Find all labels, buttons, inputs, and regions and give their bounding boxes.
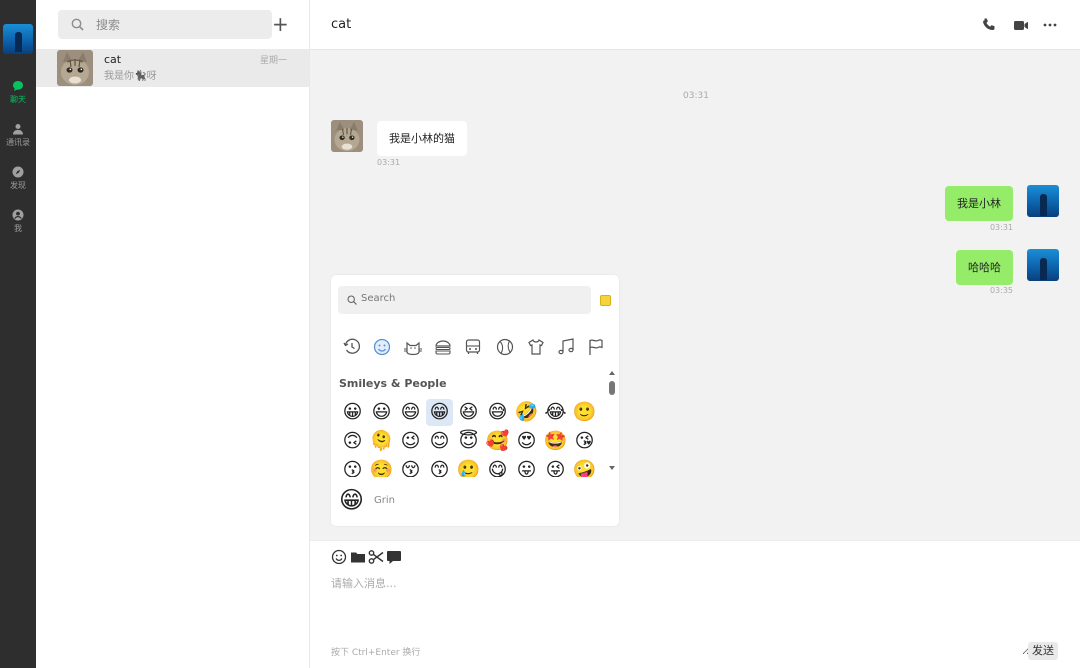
emoji-section-title: Smileys & People	[339, 377, 447, 390]
emoji[interactable]: 😂	[542, 399, 569, 426]
emoji[interactable]: 😘	[571, 428, 598, 455]
my-message-avatar[interactable]	[1027, 249, 1059, 281]
emoji[interactable]: 🥲	[455, 457, 482, 477]
nav-item-me[interactable]: 我	[0, 209, 36, 234]
main-nav: 聊天 通讯录 发现 我	[0, 0, 36, 668]
search-icon	[347, 295, 357, 305]
newline-hint: 按下 Ctrl+Enter 换行	[331, 648, 421, 658]
nav-label: 发现	[10, 181, 26, 190]
nav-label: 聊天	[10, 95, 26, 104]
emoji[interactable]: 😃	[368, 399, 395, 426]
message-bubble-out[interactable]: 哈哈哈	[956, 250, 1013, 285]
emoji-selected[interactable]: 😁	[426, 399, 453, 426]
emoji[interactable]: 🤩	[542, 428, 569, 455]
message-time: 03:31	[989, 223, 1013, 232]
scroll-up-arrow-icon[interactable]	[609, 371, 615, 375]
nav-label: 我	[14, 224, 22, 233]
message-time: 03:35	[989, 286, 1013, 295]
scissors-icon[interactable]	[368, 549, 384, 565]
conversation-item[interactable]: cat 我是你🐈‍⬛呀 星期一	[36, 49, 309, 87]
message-composer: 按下 Ctrl+Enter 换行 发送	[310, 540, 1080, 668]
emoji[interactable]: 🙂	[571, 399, 598, 426]
emoji[interactable]: 🤪	[571, 457, 598, 477]
emoji[interactable]: 😛	[513, 457, 540, 477]
my-message-avatar[interactable]	[1027, 185, 1059, 217]
emoji[interactable]: 🤣	[513, 399, 540, 426]
nav-item-discover[interactable]: 发现	[0, 166, 36, 191]
cat-avatar[interactable]	[331, 120, 363, 152]
emoji[interactable]: 😄	[397, 399, 424, 426]
cat-photo	[331, 120, 363, 152]
cat-avatar	[57, 50, 93, 86]
scroll-down-arrow-icon[interactable]	[609, 466, 615, 470]
emoji[interactable]: 😉	[397, 428, 424, 455]
flag-icon[interactable]	[586, 337, 606, 357]
message-input[interactable]	[331, 575, 1031, 655]
nav-item-chat[interactable]: 聊天	[0, 80, 36, 105]
user-circle-icon	[12, 209, 24, 221]
compass-icon	[12, 166, 24, 178]
chat-header: cat	[310, 0, 1080, 50]
music-icon[interactable]	[556, 337, 576, 357]
phone-icon[interactable]	[981, 17, 997, 33]
conversation-list: 搜索 + cat 我是你🐈‍⬛呀 星期一	[36, 0, 310, 668]
cat-photo	[57, 50, 93, 86]
video-call-icon[interactable]	[1013, 17, 1029, 33]
emoji-search-placeholder: Search	[361, 293, 396, 304]
message-time: 03:31	[377, 158, 401, 167]
nav-item-contacts[interactable]: 通讯录	[0, 123, 36, 148]
emoji[interactable]: 😍	[513, 428, 540, 455]
conversation-time: 星期一	[259, 56, 287, 66]
search-icon	[71, 18, 84, 31]
smiley-icon[interactable]	[372, 337, 392, 357]
comment-icon[interactable]	[386, 549, 402, 565]
send-button[interactable]: 发送	[1028, 642, 1058, 660]
emoji[interactable]: 😚	[397, 457, 424, 477]
emoji[interactable]: 🥰	[484, 428, 511, 455]
emoji[interactable]: 😇	[455, 428, 482, 455]
emoji[interactable]: 🫠	[368, 428, 395, 455]
emoji[interactable]: 😆	[455, 399, 482, 426]
chat-bubble-icon	[13, 81, 23, 91]
emoji-picker: Search Smileys & People 😀 😃 😄 😁 😆 😅 🤣 😂 …	[331, 275, 619, 526]
emoji[interactable]: 🙃	[339, 428, 366, 455]
emoji-search-input[interactable]: Search	[338, 286, 591, 314]
shirt-icon[interactable]	[526, 337, 546, 357]
skin-tone-button[interactable]	[600, 295, 611, 306]
search-box[interactable]: 搜索	[58, 10, 272, 39]
message-bubble-in[interactable]: 我是小林的猫	[377, 121, 467, 156]
burger-icon[interactable]	[433, 337, 453, 357]
emoji[interactable]: 😅	[484, 399, 511, 426]
search-placeholder: 搜索	[96, 18, 121, 32]
conversation-name: cat	[104, 53, 122, 66]
add-button[interactable]: +	[272, 12, 289, 36]
nav-label: 通讯录	[6, 138, 30, 147]
emoji[interactable]: 😙	[426, 457, 453, 477]
folder-icon[interactable]	[350, 549, 366, 565]
scroll-thumb[interactable]	[609, 381, 615, 395]
cat-icon[interactable]	[403, 337, 423, 357]
smiley-icon[interactable]	[331, 549, 347, 565]
message-bubble-out[interactable]: 我是小林	[945, 186, 1013, 221]
message-timestamp: 03:31	[683, 91, 709, 101]
person-icon	[13, 124, 23, 135]
emoji[interactable]: 😗	[339, 457, 366, 477]
emoji-preview-name: Grin	[374, 495, 395, 506]
emoji[interactable]: 😜	[542, 457, 569, 477]
emoji-grid: 😀 😃 😄 😁 😆 😅 🤣 😂 🙂 🙃 🫠 😉 😊 😇 🥰 😍 🤩 😘 😗 ☺️…	[337, 397, 599, 477]
more-icon[interactable]	[1042, 17, 1058, 33]
emoji-categories	[342, 337, 612, 357]
emoji[interactable]: 😊	[426, 428, 453, 455]
emoji[interactable]: 😀	[339, 399, 366, 426]
chat-title: cat	[331, 17, 352, 32]
clock-icon[interactable]	[342, 337, 362, 357]
emoji[interactable]: 😋	[484, 457, 511, 477]
emoji-scrollbar[interactable]	[609, 371, 616, 473]
ball-icon[interactable]	[495, 337, 515, 357]
bus-icon[interactable]	[463, 337, 483, 357]
my-avatar[interactable]	[3, 24, 33, 54]
conversation-last-message: 我是你🐈‍⬛呀	[104, 71, 157, 82]
emoji[interactable]: ☺️	[368, 457, 395, 477]
emoji-preview: 😁	[339, 486, 365, 514]
